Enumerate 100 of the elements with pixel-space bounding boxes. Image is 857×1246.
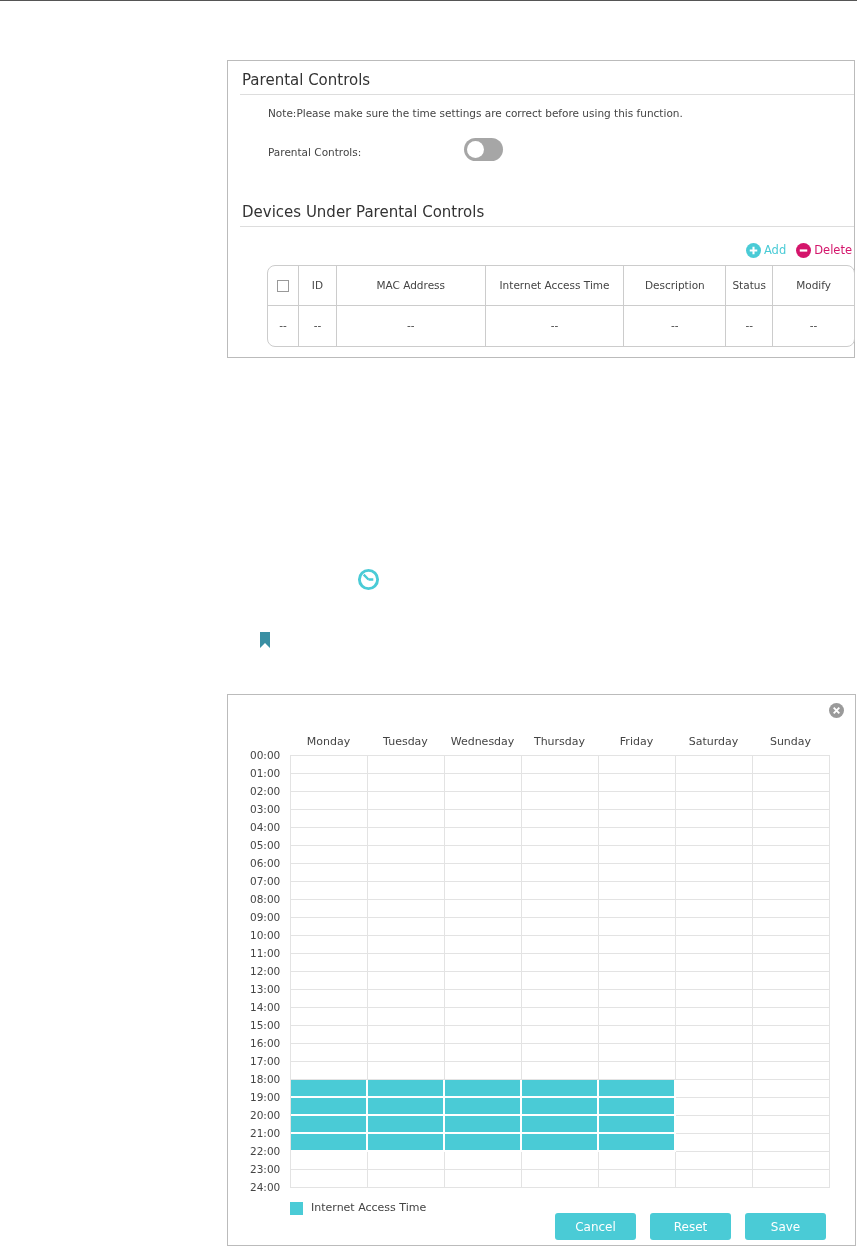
time-slot[interactable] (445, 972, 522, 990)
time-slot[interactable] (753, 1026, 830, 1044)
time-slot[interactable] (291, 1170, 368, 1188)
time-slot[interactable] (676, 1062, 753, 1080)
select-all-checkbox[interactable] (276, 279, 289, 292)
time-slot[interactable] (676, 1044, 753, 1062)
time-slot[interactable] (676, 1134, 753, 1152)
time-slot[interactable] (522, 1026, 599, 1044)
time-slot[interactable] (445, 1044, 522, 1062)
time-slot[interactable] (368, 1026, 445, 1044)
time-slot[interactable] (368, 756, 445, 774)
time-slot[interactable] (445, 900, 522, 918)
time-slot[interactable] (753, 1098, 830, 1116)
close-icon[interactable] (829, 703, 844, 718)
time-slot[interactable] (753, 936, 830, 954)
time-slot[interactable] (599, 918, 676, 936)
dialog-button[interactable]: Reset (650, 1213, 731, 1240)
time-slot[interactable] (753, 972, 830, 990)
time-slot[interactable] (291, 846, 368, 864)
time-slot[interactable] (291, 1026, 368, 1044)
time-slot[interactable] (753, 1116, 830, 1134)
time-slot[interactable] (522, 846, 599, 864)
time-slot[interactable] (445, 864, 522, 882)
time-slot[interactable] (522, 864, 599, 882)
time-slot[interactable] (599, 1170, 676, 1188)
time-slot[interactable] (676, 900, 753, 918)
time-slot[interactable] (445, 882, 522, 900)
time-slot[interactable] (445, 1152, 522, 1170)
time-slot[interactable] (368, 918, 445, 936)
time-slot[interactable] (291, 972, 368, 990)
time-slot[interactable] (676, 972, 753, 990)
time-slot[interactable] (599, 1044, 676, 1062)
time-slot[interactable] (522, 936, 599, 954)
time-slot[interactable] (676, 936, 753, 954)
time-slot[interactable] (753, 1170, 830, 1188)
time-slot[interactable] (676, 1152, 753, 1170)
time-slot[interactable] (599, 792, 676, 810)
time-slot[interactable] (522, 972, 599, 990)
time-slot[interactable] (368, 846, 445, 864)
time-slot[interactable] (676, 1008, 753, 1026)
time-slot[interactable] (291, 990, 368, 1008)
time-slot[interactable] (368, 900, 445, 918)
time-slot[interactable] (291, 828, 368, 846)
toggle-switch[interactable] (464, 138, 503, 161)
time-slot[interactable] (445, 918, 522, 936)
time-slot[interactable] (291, 756, 368, 774)
time-slot[interactable] (291, 882, 368, 900)
time-slot[interactable] (368, 1044, 445, 1062)
time-slot[interactable] (291, 900, 368, 918)
time-slot[interactable] (599, 774, 676, 792)
add-link[interactable]: Add (745, 242, 787, 260)
time-slot[interactable] (522, 756, 599, 774)
time-slot[interactable] (599, 900, 676, 918)
time-slot[interactable] (368, 990, 445, 1008)
time-slot[interactable] (753, 846, 830, 864)
time-slot[interactable] (522, 810, 599, 828)
time-slot[interactable] (522, 900, 599, 918)
time-slot[interactable] (753, 1044, 830, 1062)
time-slot[interactable] (599, 954, 676, 972)
time-slot[interactable] (676, 882, 753, 900)
time-slot[interactable] (753, 1062, 830, 1080)
time-slot[interactable] (599, 810, 676, 828)
time-slot[interactable] (291, 810, 368, 828)
time-slot[interactable] (753, 1152, 830, 1170)
time-slot[interactable] (753, 990, 830, 1008)
time-slot[interactable] (522, 1008, 599, 1026)
time-slot[interactable] (445, 846, 522, 864)
time-slot[interactable] (368, 828, 445, 846)
time-slot[interactable] (753, 828, 830, 846)
time-slot[interactable] (368, 972, 445, 990)
time-slot[interactable] (753, 1080, 830, 1098)
time-slot[interactable] (445, 990, 522, 1008)
time-slot[interactable] (599, 828, 676, 846)
time-slot[interactable] (522, 828, 599, 846)
time-slot[interactable] (522, 954, 599, 972)
time-slot[interactable] (445, 1008, 522, 1026)
time-slot[interactable] (676, 1098, 753, 1116)
time-slot[interactable] (676, 990, 753, 1008)
time-slot[interactable] (753, 792, 830, 810)
time-slot[interactable] (676, 1116, 753, 1134)
time-slot[interactable] (753, 774, 830, 792)
time-slot[interactable] (522, 1044, 599, 1062)
time-slot[interactable] (291, 1152, 368, 1170)
time-slot[interactable] (445, 1026, 522, 1044)
time-slot[interactable] (676, 756, 753, 774)
time-slot[interactable] (676, 864, 753, 882)
time-slot[interactable] (445, 1170, 522, 1188)
time-slot[interactable] (599, 1008, 676, 1026)
time-slot[interactable] (599, 1152, 676, 1170)
delete-link[interactable]: Delete (796, 242, 852, 260)
time-slot[interactable] (676, 1080, 753, 1098)
time-slot[interactable] (676, 828, 753, 846)
time-slot[interactable] (522, 990, 599, 1008)
time-slot[interactable] (753, 756, 830, 774)
time-slot[interactable] (445, 756, 522, 774)
time-slot[interactable] (599, 1026, 676, 1044)
time-slot[interactable] (599, 882, 676, 900)
time-slot[interactable] (676, 774, 753, 792)
time-slot[interactable] (599, 972, 676, 990)
time-slot[interactable] (676, 1170, 753, 1188)
